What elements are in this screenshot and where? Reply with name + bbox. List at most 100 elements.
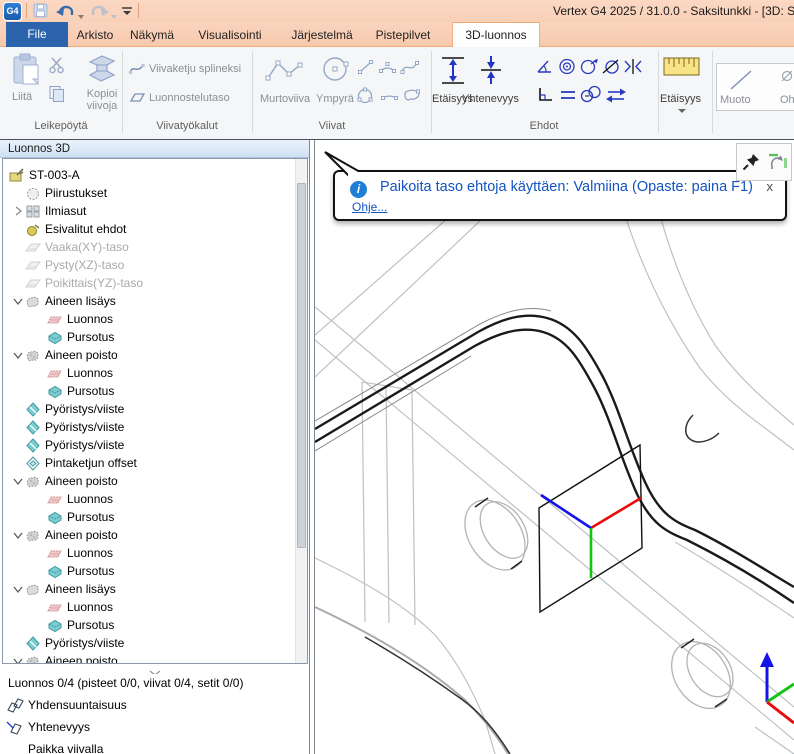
parallel-constraint-icon[interactable] xyxy=(558,86,578,109)
save-icon[interactable] xyxy=(32,2,49,24)
thin-circle-icon[interactable] xyxy=(780,69,794,88)
line-icon[interactable] xyxy=(356,59,374,81)
chevron-expanded-icon[interactable] xyxy=(11,528,25,542)
tree-item-aineen-poisto[interactable]: Aineen poisto xyxy=(3,472,307,490)
shape-partial-button[interactable]: Oh xyxy=(780,94,794,106)
feature-tree[interactable]: ST-003-APiirustuksetIlmiasutEsivalitut e… xyxy=(2,158,308,664)
tree-item-py-ristys-viiste[interactable]: Pyöristys/viiste xyxy=(3,418,307,436)
tree-item-luonnos[interactable]: Luonnos xyxy=(3,544,307,562)
window-title: Vertex G4 2025 / 31.0.0 - Saksitunkki - … xyxy=(553,4,794,19)
tab-pistepilvet[interactable]: Pistepilvet xyxy=(372,25,434,47)
symmetry-constraint-icon[interactable] xyxy=(623,58,643,80)
tree-item-aineen-lis-ys[interactable]: Aineen lisäys xyxy=(3,580,307,598)
redo-icon[interactable] xyxy=(88,2,110,24)
chevron-expanded-icon[interactable] xyxy=(11,348,25,362)
coincidence-constraint-button[interactable]: Yhtenevyys xyxy=(462,93,519,105)
tree-item-luonnos[interactable]: Luonnos xyxy=(3,364,307,382)
copy-lines-button[interactable]: Kopioi viivoja xyxy=(78,88,126,112)
tree-item-st-003-a[interactable]: ST-003-A xyxy=(3,166,307,184)
chevron-slot xyxy=(11,618,25,632)
tree-scrollbar-thumb[interactable] xyxy=(297,183,306,548)
spline-chain-icon[interactable] xyxy=(128,61,146,81)
polygon-icon[interactable] xyxy=(356,87,375,110)
coincidence-constraint-icon[interactable] xyxy=(476,54,506,92)
tab-j-rjestelm-[interactable]: Järjestelmä xyxy=(290,25,354,47)
tree-item-pursotus[interactable]: Pursotus xyxy=(3,508,307,526)
sketch-plane-button[interactable]: Luonnostelutaso xyxy=(149,92,230,104)
circle-icon[interactable] xyxy=(319,54,353,91)
tree-item-vaaka-xy-taso[interactable]: Vaaka(XY)-taso xyxy=(3,238,307,256)
tree-item-pysty-xz-taso[interactable]: Pysty(XZ)-taso xyxy=(3,256,307,274)
shape-button[interactable]: Muoto xyxy=(720,94,751,106)
arc-3point-icon[interactable] xyxy=(380,87,399,108)
tangent-constraint-icon[interactable] xyxy=(579,58,600,80)
close-icon[interactable]: x xyxy=(767,180,774,193)
equal-radius-constraint-icon[interactable] xyxy=(580,85,602,109)
chevron-expanded-icon[interactable] xyxy=(11,294,25,308)
cut-icon[interactable] xyxy=(48,56,66,79)
tree-item-py-ristys-viiste[interactable]: Pyöristys/viiste xyxy=(3,436,307,454)
bubble-tail xyxy=(315,148,375,178)
app-logo-icon[interactable]: G4 xyxy=(3,2,22,21)
chevron-expanded-icon[interactable] xyxy=(11,474,25,488)
tab-n-kym-[interactable]: Näkymä xyxy=(127,25,177,47)
tree-item-poikittais-yz-taso[interactable]: Poikittais(YZ)-taso xyxy=(3,274,307,292)
ruler-icon[interactable] xyxy=(663,55,701,84)
update-view-button[interactable] xyxy=(765,146,790,178)
tree-item-pursotus[interactable]: Pursotus xyxy=(3,562,307,580)
closed-spline-icon[interactable] xyxy=(402,87,422,108)
chevron-collapsed-icon[interactable] xyxy=(11,204,25,218)
tab-arkisto[interactable]: Arkisto xyxy=(70,25,120,47)
undo-icon[interactable] xyxy=(55,2,77,24)
status-item-yhdensuuntaisuus[interactable]: Yhdensuuntaisuus xyxy=(6,696,127,714)
spline-icon[interactable] xyxy=(400,59,420,81)
tree-item-aineen-poisto[interactable]: Aineen poisto xyxy=(3,652,307,664)
chevron-expanded-icon[interactable] xyxy=(11,654,25,664)
tree-item-py-ristys-viiste[interactable]: Pyöristys/viiste xyxy=(3,400,307,418)
dimension-distance-button[interactable]: Etäisyys xyxy=(660,93,701,105)
tree-item-aineen-poisto[interactable]: Aineen poisto xyxy=(3,346,307,364)
pin-button[interactable] xyxy=(738,146,763,178)
copy-lines-icon[interactable] xyxy=(85,52,119,91)
chevron-expanded-icon[interactable] xyxy=(11,582,25,596)
tab-3d-luonnos[interactable]: 3D-luonnos xyxy=(452,22,540,47)
tree-item-pintaketjun-offset[interactable]: Pintaketjun offset xyxy=(3,454,307,472)
dimension-dropdown-icon[interactable] xyxy=(678,109,686,113)
polyline-icon[interactable] xyxy=(263,56,307,89)
tree-item-piirustukset[interactable]: Piirustukset xyxy=(3,184,307,202)
3d-viewport[interactable]: i Paikoita taso ehtoja käyttäen: Valmiin… xyxy=(315,140,794,754)
concentric-constraint-icon[interactable] xyxy=(557,58,577,80)
tab-file[interactable]: File xyxy=(6,22,68,47)
customize-quick-access-icon[interactable] xyxy=(121,5,134,23)
tree-item-pursotus[interactable]: Pursotus xyxy=(3,382,307,400)
paste-button[interactable]: Liitä xyxy=(12,91,32,103)
tree-item-aineen-lis-ys[interactable]: Aineen lisäys xyxy=(3,292,307,310)
equal-length-constraint-icon[interactable] xyxy=(605,86,627,109)
paste-icon[interactable] xyxy=(10,52,42,91)
tree-item-pursotus[interactable]: Pursotus xyxy=(3,616,307,634)
tree-item-luonnos[interactable]: Luonnos xyxy=(3,598,307,616)
tree-item-ilmiasut[interactable]: Ilmiasut xyxy=(3,202,307,220)
tree-item-esivalitut-ehdot[interactable]: Esivalitut ehdot xyxy=(3,220,307,238)
spline-chain-button[interactable]: Viivaketju splineksi xyxy=(149,63,241,75)
arc-icon[interactable] xyxy=(378,59,397,81)
panel-splitter[interactable] xyxy=(2,664,308,674)
distance-constraint-icon[interactable] xyxy=(438,54,468,92)
tab-visualisointi[interactable]: Visualisointi xyxy=(196,25,264,47)
sketch-plane-icon[interactable] xyxy=(128,91,146,109)
tree-scrollbar[interactable] xyxy=(295,159,307,663)
polyline-button[interactable]: Murtoviiva xyxy=(260,93,310,105)
angle-constraint-icon[interactable] xyxy=(535,58,555,80)
tree-item-py-ristys-viiste[interactable]: Pyöristys/viiste xyxy=(3,634,307,652)
perpendicular-curve-constraint-icon[interactable] xyxy=(601,58,622,80)
tree-item-luonnos[interactable]: Luonnos xyxy=(3,490,307,508)
status-item-yhtenevyys[interactable]: Yhtenevyys xyxy=(6,718,90,736)
tree-item-aineen-poisto[interactable]: Aineen poisto xyxy=(3,526,307,544)
copy-icon[interactable] xyxy=(48,85,66,108)
perpendicular-constraint-icon[interactable] xyxy=(536,86,555,109)
circle-button[interactable]: Ympyrä xyxy=(316,93,354,105)
tree-item-pursotus[interactable]: Pursotus xyxy=(3,328,307,346)
status-item-paikka-viivalla[interactable]: Paikka viivalla xyxy=(6,740,103,754)
help-link[interactable]: Ohje... xyxy=(352,200,387,214)
tree-item-luonnos[interactable]: Luonnos xyxy=(3,310,307,328)
